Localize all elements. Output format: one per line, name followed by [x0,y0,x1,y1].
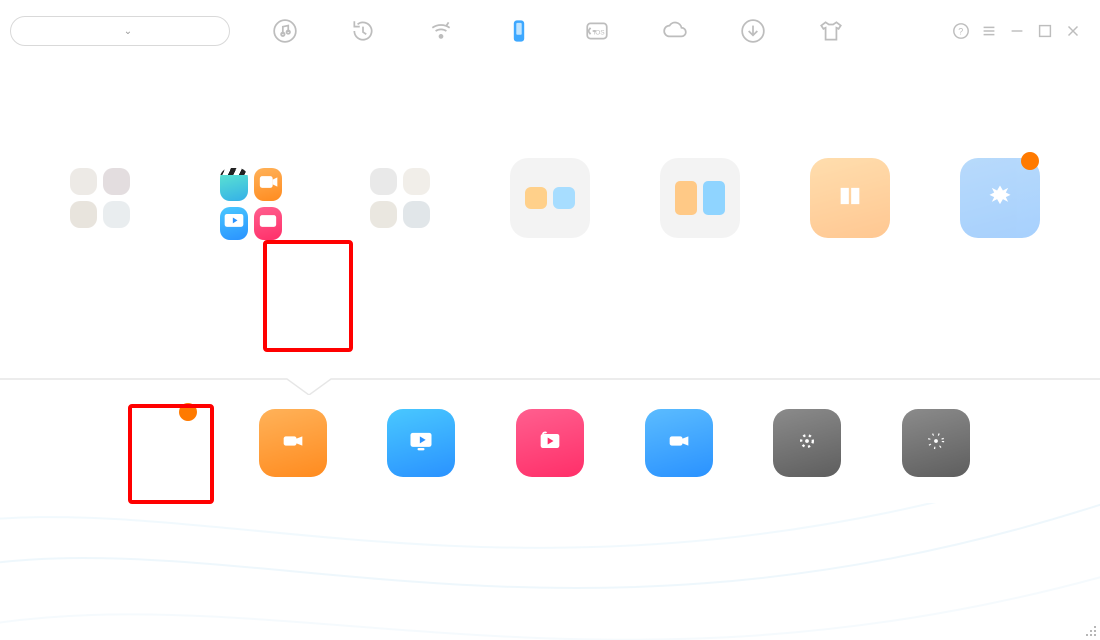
resize-grip-icon[interactable] [1082,622,1096,636]
timelapse-icon [793,427,821,460]
help-icon[interactable]: ? [952,22,970,40]
video-camera-icon [665,427,693,460]
tab-download-icon[interactable] [738,16,768,46]
chevron-down-icon: ⌄ [124,26,132,37]
close-icon[interactable] [1064,22,1082,40]
svg-text:?: ? [958,27,963,37]
tab-shirt-icon[interactable] [816,16,846,46]
films-badge [179,403,197,421]
highlight-box-1 [263,240,353,352]
sub-personal-videos[interactable] [259,409,328,487]
tab-history-icon[interactable] [348,16,378,46]
category-videos[interactable] [205,158,295,250]
category-apps[interactable] [955,158,1045,250]
subcategory-row [0,409,1100,503]
category-safari[interactable] [505,158,595,250]
tab-cloud-icon[interactable] [660,16,690,46]
subcategory-panel [0,395,1100,503]
sub-timelapse[interactable] [773,409,842,487]
maximize-icon[interactable] [1036,22,1054,40]
music-video-icon [536,427,564,460]
window-controls: ? [952,22,1082,40]
menu-icon[interactable] [980,22,998,40]
category-row [0,158,1100,250]
toolbar-tabs: iOS [270,16,846,46]
category-photos[interactable] [355,158,445,250]
sub-tv-series[interactable] [387,409,456,487]
category-connector [0,377,1100,397]
category-books[interactable] [805,158,895,250]
camcorder-icon [279,427,307,460]
category-system-files[interactable] [655,158,745,250]
tv-icon [407,427,435,460]
app-window: ⌄ iOS [0,0,1100,640]
sub-music-videos[interactable] [516,409,585,487]
tab-music-icon[interactable] [270,16,300,46]
tab-ios-transfer-icon[interactable]: iOS [582,16,612,46]
tab-device-icon[interactable] [504,16,534,46]
category-audio[interactable] [55,158,145,250]
sub-videos[interactable] [644,409,713,487]
toolbar: ⌄ iOS [0,0,1100,62]
minimize-icon[interactable] [1008,22,1026,40]
sub-slowmo[interactable] [901,409,970,487]
tab-wifi-restore-icon[interactable] [426,16,456,46]
svg-text:iOS: iOS [594,29,606,36]
apps-badge [1021,152,1039,170]
sub-films[interactable] [130,409,199,487]
device-selector[interactable]: ⌄ [10,16,230,46]
slowmo-icon [922,427,950,460]
